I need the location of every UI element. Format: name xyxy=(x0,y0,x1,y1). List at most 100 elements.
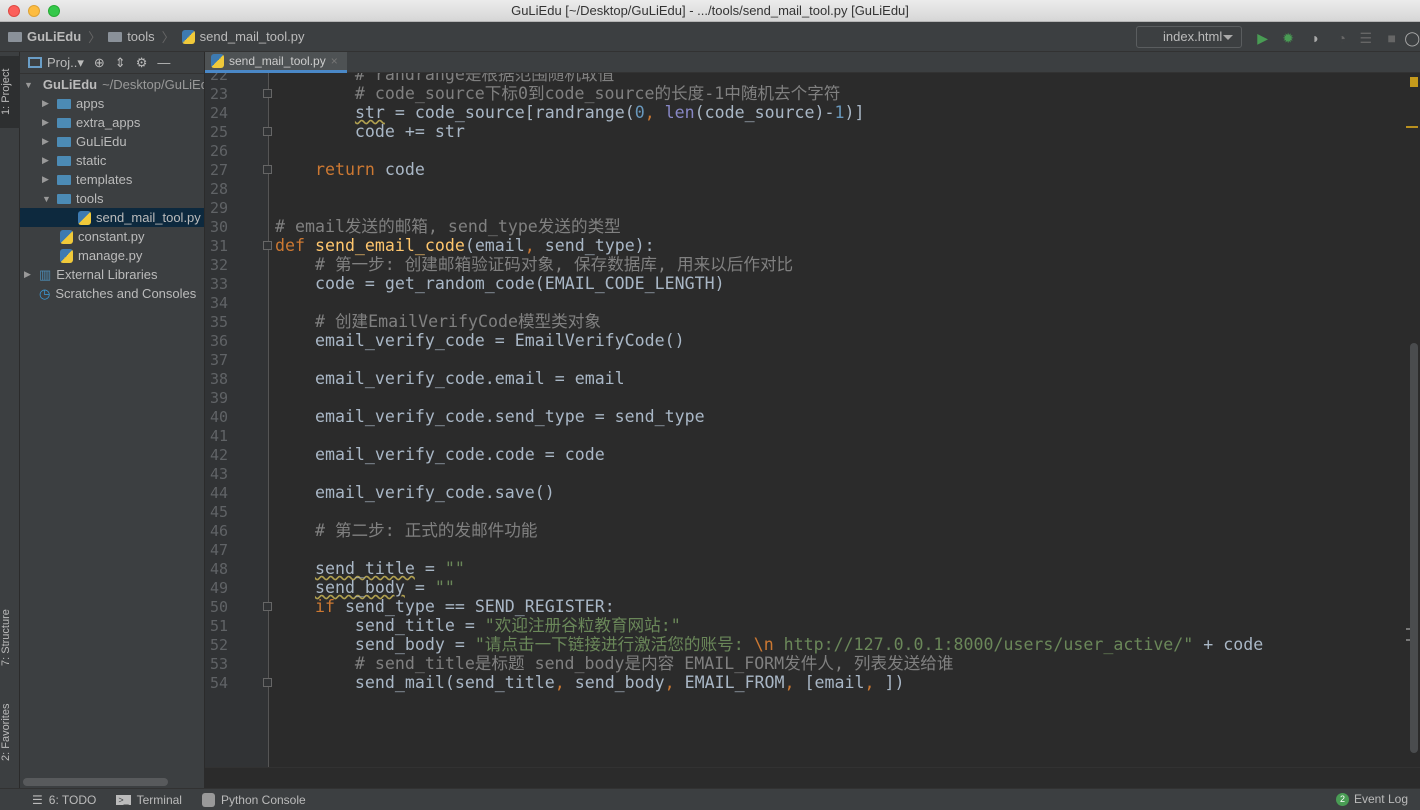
project-view-select[interactable]: Proj..▾ xyxy=(28,55,84,71)
project-tree: ▼ GuLiEdu ~/Desktop/GuLiEdu ▶ apps ▶ extra_app… xyxy=(20,74,204,303)
code-line[interactable]: send_title = "欢迎注册谷粒教育网站:" xyxy=(275,616,681,635)
tool-tab-project[interactable]: 1: Project xyxy=(0,56,20,128)
collapsed-arrow-icon[interactable]: ▶ xyxy=(42,98,52,109)
editor-tab-send-mail-tool[interactable]: send_mail_tool.py × xyxy=(205,52,347,73)
collapsed-arrow-icon[interactable]: ▶ xyxy=(42,174,52,185)
code-line[interactable]: email_verify_code.save() xyxy=(275,483,555,502)
stop-icon[interactable]: ■ xyxy=(1388,30,1396,46)
fold-marker-icon[interactable] xyxy=(263,241,272,250)
close-window-button[interactable] xyxy=(8,5,20,17)
minimize-window-button[interactable] xyxy=(28,5,40,17)
code-line[interactable]: def send_email_code(email, send_type): xyxy=(275,236,655,255)
window-title: GuLiEdu [~/Desktop/GuLiEdu] - .../tools/… xyxy=(511,3,909,18)
line-number: 31 xyxy=(209,237,228,255)
code-line[interactable]: code += str xyxy=(275,122,465,141)
code-line[interactable]: # email发送的邮箱, send_type发送的类型 xyxy=(275,217,621,236)
tree-item[interactable]: ▶ static xyxy=(20,151,204,170)
settings-gear-icon[interactable]: ⚙ xyxy=(136,55,148,71)
code-line[interactable]: # code_source下标0到code_source的长度-1中随机去个字符 xyxy=(275,84,840,103)
collapsed-arrow-icon[interactable]: ▶ xyxy=(42,117,52,128)
code-line[interactable]: # randrange是根据范围随机取值 xyxy=(275,73,614,84)
title-bar: GuLiEdu [~/Desktop/GuLiEdu] - .../tools/… xyxy=(0,0,1420,22)
code-line[interactable]: send_title = "" xyxy=(275,559,465,578)
profile-icon[interactable]: ◔ xyxy=(1338,30,1346,46)
code-line[interactable]: email_verify_code.email = email xyxy=(275,369,625,388)
collapsed-arrow-icon[interactable]: ▶ xyxy=(42,136,52,147)
run-configuration-select[interactable]: index.html xyxy=(1136,26,1242,48)
tree-item[interactable]: ▶ GuLiEdu xyxy=(20,132,204,151)
hide-panel-icon[interactable]: — xyxy=(157,55,170,70)
code-token: = code_source[randrange( xyxy=(384,103,635,122)
tree-item[interactable]: ▶ ▥ External Libraries xyxy=(20,265,204,284)
python-console-tool-button[interactable]: Python Console xyxy=(201,792,306,807)
fold-marker-icon[interactable] xyxy=(263,89,272,98)
code-line[interactable]: email_verify_code.send_type = send_type xyxy=(275,407,705,426)
search-everywhere-icon[interactable]: ◯ xyxy=(1404,30,1420,47)
code-line[interactable]: # 第一步: 创建邮箱验证码对象, 保存数据库, 用来以后作对比 xyxy=(275,255,793,274)
breadcrumb-file[interactable]: send_mail_tool.py xyxy=(181,29,304,44)
code-line[interactable]: # send_title是标题 send_body是内容 EMAIL_FORM发… xyxy=(275,654,954,673)
collapsed-arrow-icon[interactable]: ▶ xyxy=(24,269,34,280)
tree-item-label: Scratches and Consoles xyxy=(55,286,197,301)
warning-marker[interactable] xyxy=(1406,126,1418,128)
terminal-tool-button[interactable]: >_ Terminal xyxy=(116,793,182,807)
todo-tool-button[interactable]: ☰ 6: TODO xyxy=(32,793,96,807)
code-token: code = get_random_code(EMAIL_CODE_LENGTH… xyxy=(275,274,725,293)
tree-item[interactable]: ▶ templates xyxy=(20,170,204,189)
code-token: email_verify_code.send_type = send_type xyxy=(275,407,705,426)
code-line[interactable]: send_mail(send_title, send_body, EMAIL_F… xyxy=(275,673,905,692)
tree-item[interactable]: ▼ tools xyxy=(20,189,204,208)
code-line[interactable]: email_verify_code = EmailVerifyCode() xyxy=(275,331,685,350)
tree-item[interactable]: ▶ extra_apps xyxy=(20,113,204,132)
maximize-window-button[interactable] xyxy=(48,5,60,17)
code-token: , xyxy=(524,236,545,255)
collapsed-arrow-icon[interactable]: ▶ xyxy=(42,155,52,166)
tree-item[interactable]: manage.py xyxy=(20,246,204,265)
debug-icon[interactable]: ✹ xyxy=(1282,30,1294,47)
tool-tab-structure[interactable]: 7: Structure xyxy=(0,597,20,679)
code-line[interactable]: # 第二步: 正式的发邮件功能 xyxy=(275,521,538,540)
tree-item[interactable]: constant.py xyxy=(20,227,204,246)
line-number: 24 xyxy=(209,104,228,122)
run-icon[interactable]: ▶ xyxy=(1257,30,1268,47)
code-line[interactable]: send_body = "" xyxy=(275,578,455,597)
warning-marker[interactable] xyxy=(1410,77,1418,87)
code-token: , xyxy=(784,673,805,692)
project-horizontal-scrollbar[interactable] xyxy=(23,778,168,786)
fold-marker-icon[interactable] xyxy=(263,127,272,136)
code-line[interactable]: code = get_random_code(EMAIL_CODE_LENGTH… xyxy=(275,274,725,293)
fold-marker-icon[interactable] xyxy=(263,165,272,174)
tree-item[interactable]: send_mail_tool.py xyxy=(20,208,204,227)
line-number: 35 xyxy=(209,313,228,331)
code-line[interactable]: send_body = "请点击一下链接进行激活您的账号: \n http://… xyxy=(275,635,1263,654)
breadcrumb-tools[interactable]: tools xyxy=(108,29,155,44)
editor-vertical-scrollbar[interactable] xyxy=(1410,343,1418,753)
tool-tab-favorites[interactable]: 2: Favorites xyxy=(0,692,20,772)
tree-item-label: extra_apps xyxy=(76,115,141,130)
fold-marker-icon[interactable] xyxy=(263,678,272,687)
code-token: send_body xyxy=(314,578,405,597)
line-number: 38 xyxy=(209,370,228,388)
event-log-button[interactable]: 2 Event Log xyxy=(1335,792,1408,806)
code-line[interactable]: return code xyxy=(275,160,425,179)
tree-item[interactable]: ◷ Scratches and Consoles xyxy=(20,284,204,303)
run-with-coverage-icon[interactable]: ◗ xyxy=(1312,30,1320,46)
code-line[interactable]: # 创建EmailVerifyCode模型类对象 xyxy=(275,312,601,331)
line-number: 48 xyxy=(209,560,228,578)
tree-item[interactable]: ▶ apps xyxy=(20,94,204,113)
code-line[interactable]: email_verify_code.code = code xyxy=(275,445,605,464)
breadcrumb-project[interactable]: GuLiEdu xyxy=(8,29,81,44)
expanded-arrow-icon[interactable]: ▼ xyxy=(42,194,52,204)
locate-file-icon[interactable]: ⊕ xyxy=(94,55,105,71)
code-line[interactable]: if send_type == SEND_REGISTER: xyxy=(275,597,615,616)
fold-marker-icon[interactable] xyxy=(263,602,272,611)
tree-item[interactable]: ▼ GuLiEdu ~/Desktop/GuLiEdu xyxy=(20,75,204,94)
collapse-all-icon[interactable]: ⇕ xyxy=(115,55,126,71)
code-editor[interactable]: 22 # randrange是根据范围随机取值 23 # code_source下… xyxy=(205,73,1420,767)
concurrency-icon[interactable]: ☰ xyxy=(1359,30,1372,47)
editor-tab-bar: send_mail_tool.py × xyxy=(205,52,1420,73)
code-line[interactable]: str = code_source[randrange(0, len(code_… xyxy=(275,103,865,122)
close-tab-icon[interactable]: × xyxy=(331,54,338,68)
expanded-arrow-icon[interactable]: ▼ xyxy=(24,80,33,90)
